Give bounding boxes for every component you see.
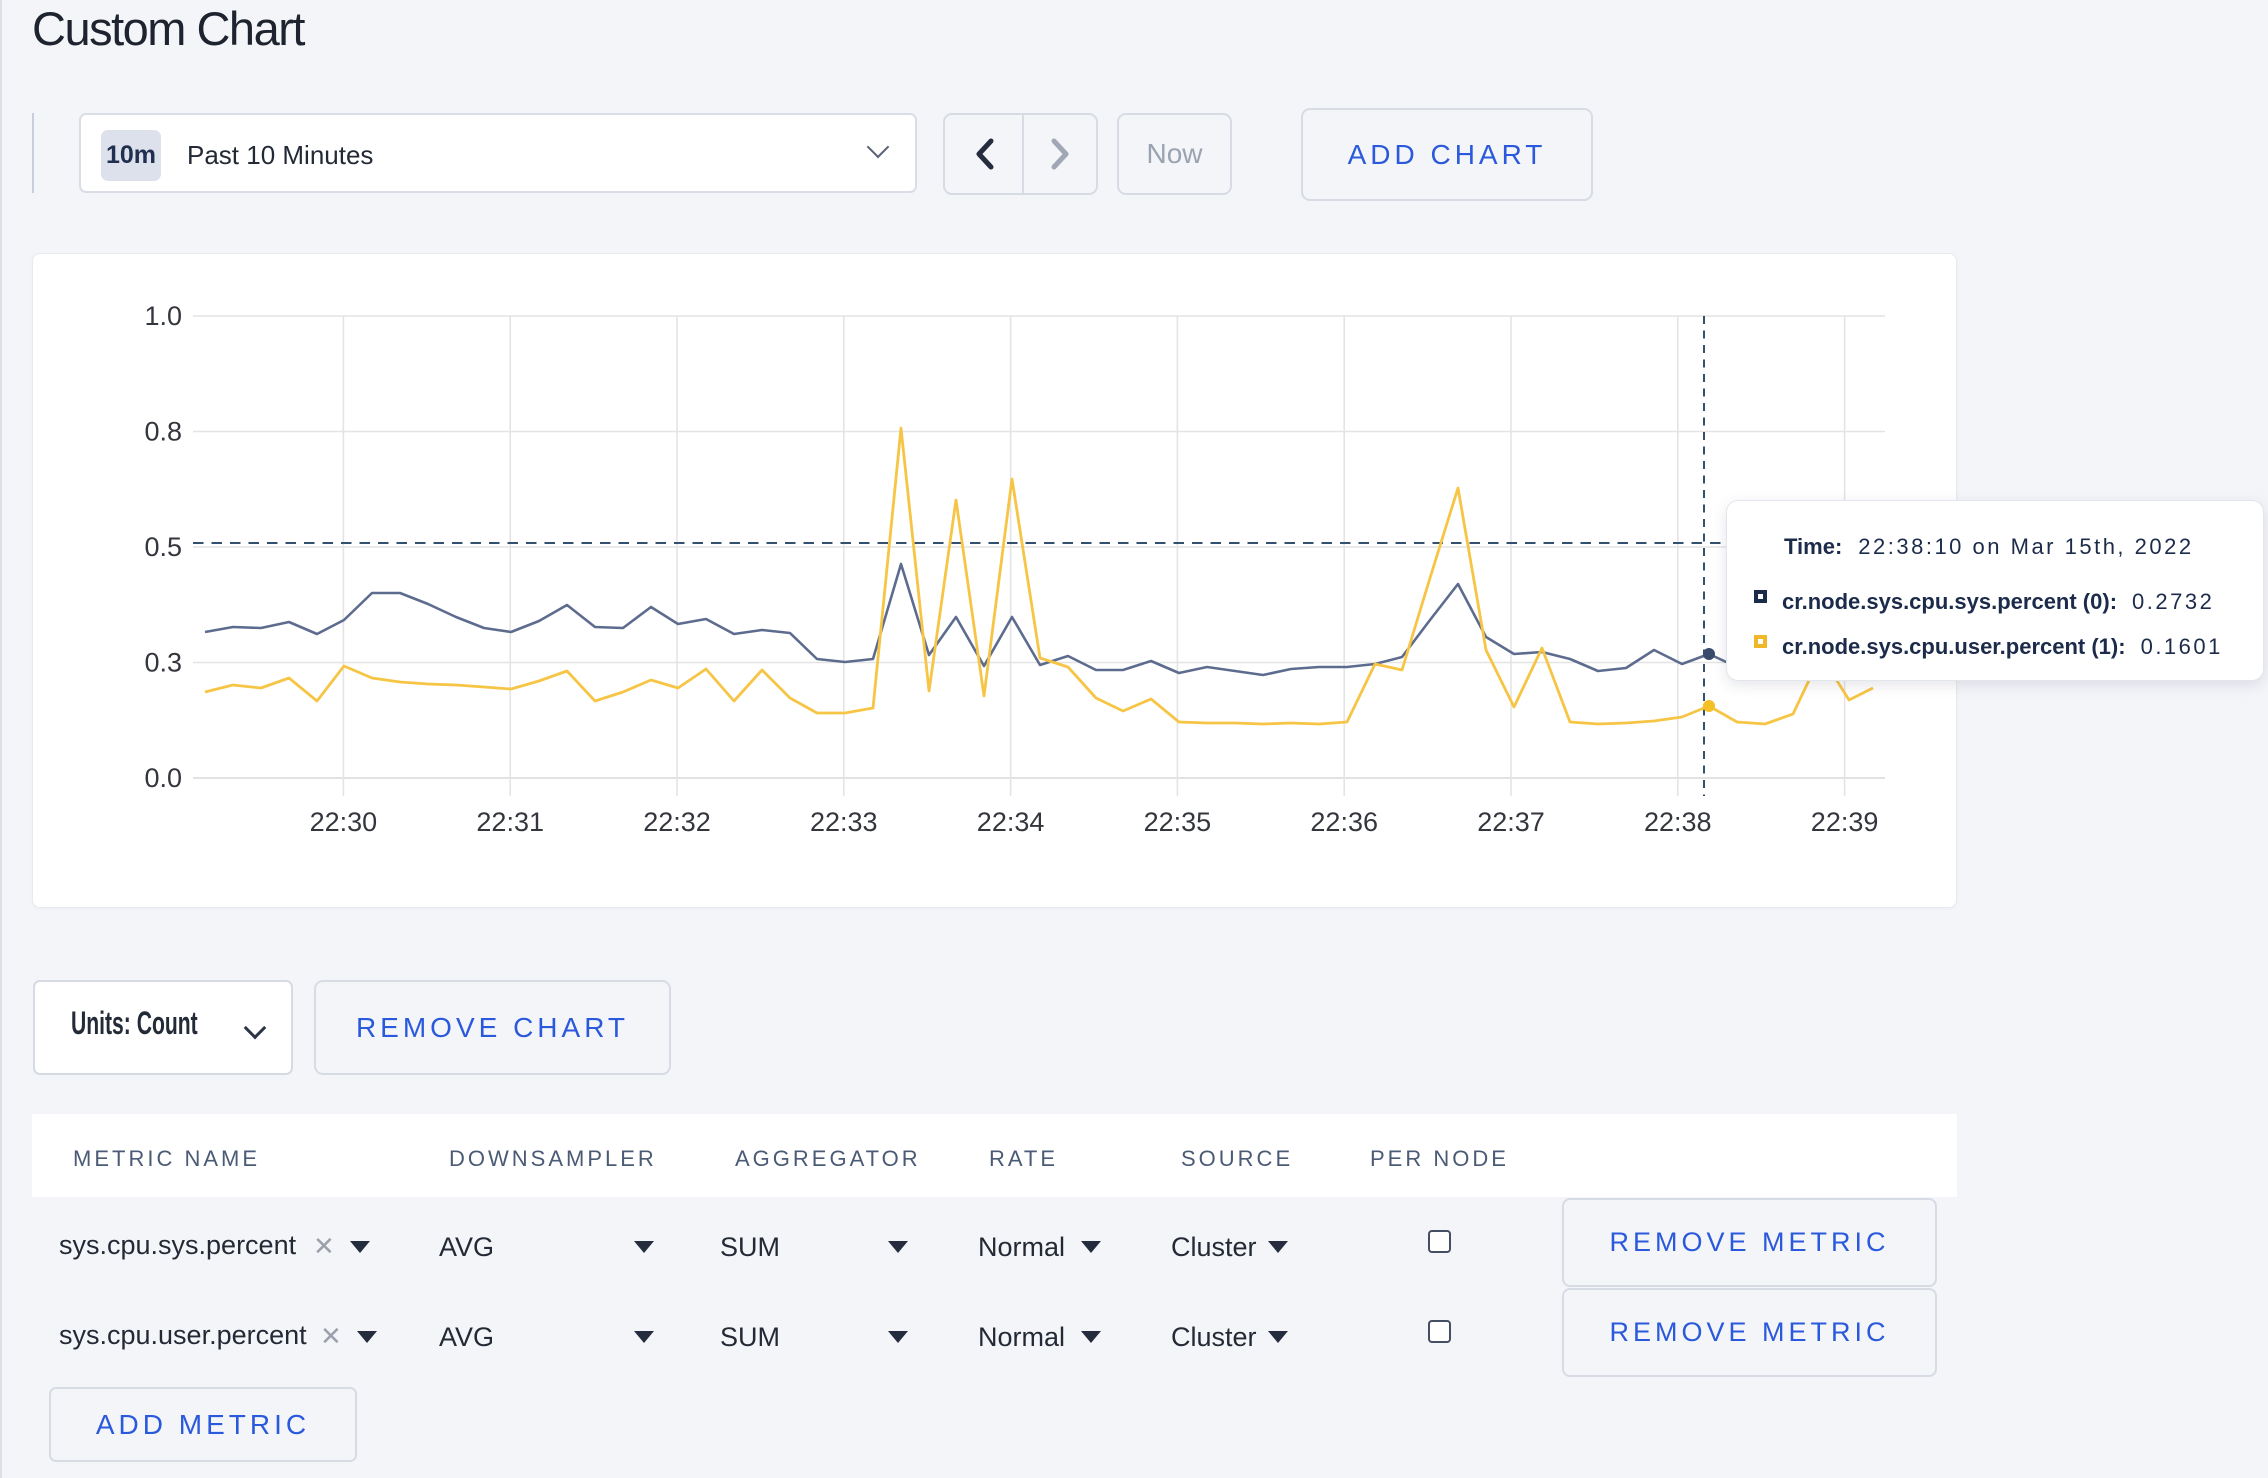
svg-text:1.0: 1.0 bbox=[144, 301, 182, 331]
svg-text:0.8: 0.8 bbox=[144, 417, 182, 447]
svg-text:22:34: 22:34 bbox=[977, 807, 1045, 837]
svg-text:22:30: 22:30 bbox=[310, 807, 378, 837]
svg-text:22:37: 22:37 bbox=[1477, 807, 1545, 837]
svg-text:22:33: 22:33 bbox=[810, 807, 878, 837]
svg-text:0.0: 0.0 bbox=[144, 763, 182, 793]
svg-text:0.5: 0.5 bbox=[144, 532, 182, 562]
svg-text:22:35: 22:35 bbox=[1144, 807, 1212, 837]
svg-text:0.3: 0.3 bbox=[144, 648, 182, 678]
svg-text:22:31: 22:31 bbox=[476, 807, 544, 837]
svg-text:22:38: 22:38 bbox=[1644, 807, 1712, 837]
svg-text:22:39: 22:39 bbox=[1811, 807, 1879, 837]
svg-text:22:32: 22:32 bbox=[643, 807, 711, 837]
svg-text:22:36: 22:36 bbox=[1310, 807, 1378, 837]
